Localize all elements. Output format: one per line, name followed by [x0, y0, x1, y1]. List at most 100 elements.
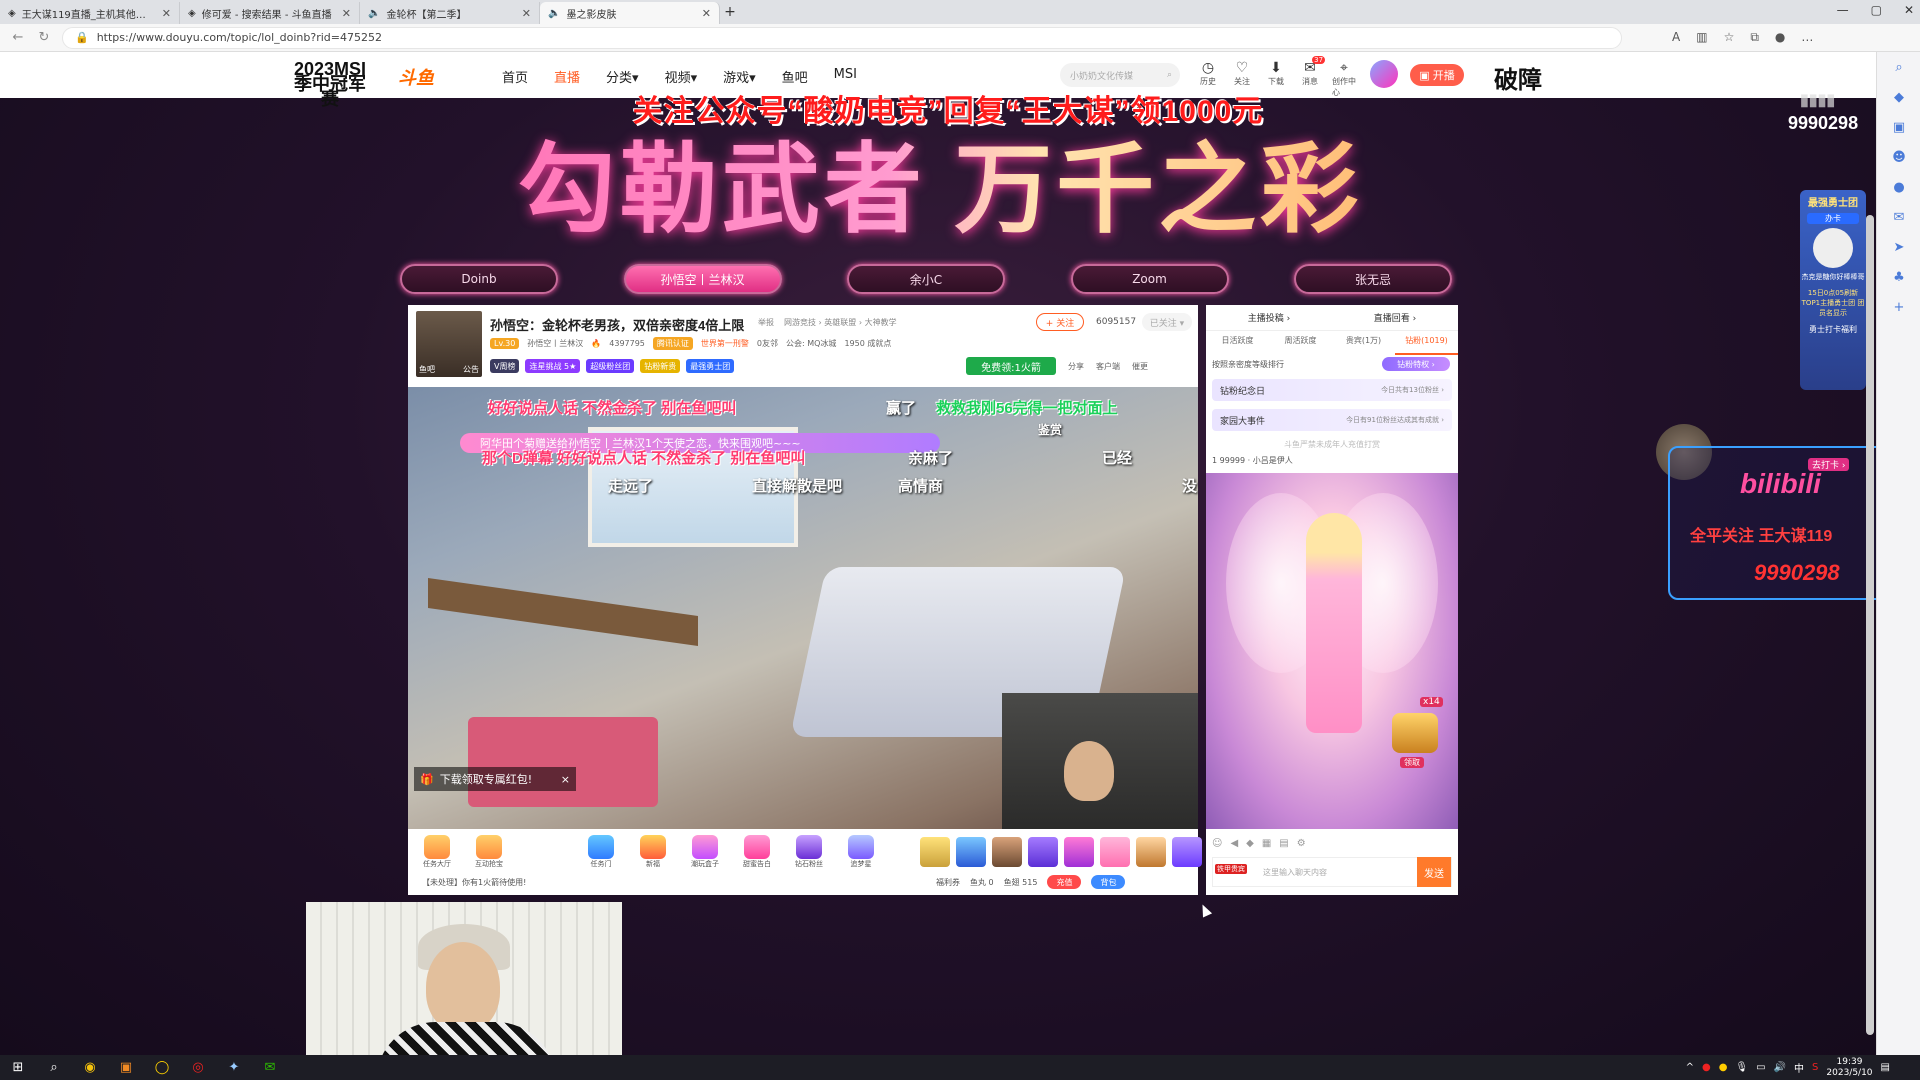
user-avatar[interactable]: [1370, 60, 1398, 88]
share-button[interactable]: 分享: [1068, 361, 1084, 372]
follow-button[interactable]: + 关注: [1036, 313, 1084, 331]
event-home[interactable]: 家园大事件 今日有91位粉丝达成其有成就 ›: [1212, 409, 1452, 431]
search-icon[interactable]: ⌕: [36, 1055, 72, 1080]
super-fans-chip[interactable]: 超级粉丝团: [586, 359, 635, 373]
charge-button[interactable]: 充值: [1047, 875, 1082, 889]
creator-center-button[interactable]: ⌖ 创作中心: [1332, 60, 1356, 98]
event-anniversary[interactable]: 钻粉纪念日 今日共有13位粉丝 ›: [1212, 379, 1452, 401]
hero-tab-yuxiaoc[interactable]: 余小C: [847, 264, 1005, 294]
search-input[interactable]: 小奶奶文化传媒 ⌕: [1060, 63, 1180, 87]
task-hall-button[interactable]: 任务大厅: [418, 835, 456, 869]
app-icon[interactable]: ▣: [108, 1055, 144, 1080]
new-welfare-button[interactable]: 新福: [634, 835, 672, 869]
world-rank[interactable]: 世界第一刑警: [701, 338, 749, 349]
report-link[interactable]: 举报: [758, 317, 774, 328]
network-icon[interactable]: ▭: [1756, 1062, 1765, 1073]
browser-tab[interactable]: ◈ 修可爱 - 搜索结果 - 斗鱼直播 ✕: [180, 2, 360, 24]
hero-tab-zhangwuji[interactable]: 张无忌: [1294, 264, 1452, 294]
pending-rocket-notice[interactable]: 【未处理】你有1火箭待使用!: [422, 877, 526, 888]
maximize-button[interactable]: ▢: [1871, 3, 1882, 17]
gift-item[interactable]: [1136, 837, 1166, 867]
coupon-link[interactable]: 福利券: [936, 877, 960, 888]
gift-item[interactable]: [1064, 837, 1094, 867]
tab-daily-active[interactable]: 日活跃度: [1206, 335, 1269, 355]
fan-badge-icon[interactable]: ◆: [1246, 838, 1254, 849]
sphere-icon[interactable]: ●: [1877, 172, 1920, 202]
new-tab-button[interactable]: +: [720, 4, 740, 20]
tree-icon[interactable]: ♣: [1877, 262, 1920, 292]
read-aloud-icon[interactable]: A: [1672, 30, 1680, 45]
hero-tab-zoom[interactable]: Zoom: [1070, 264, 1229, 294]
close-tab-icon[interactable]: ✕: [522, 7, 531, 20]
msi-logo[interactable]: 2023MSI 季中冠军赛: [286, 60, 374, 108]
start-icon[interactable]: ⊞: [0, 1055, 36, 1080]
nav-item-yuba[interactable]: 鱼吧: [782, 67, 808, 86]
free-rocket-button[interactable]: 免费领:1火箭: [966, 357, 1056, 375]
nav-item-game[interactable]: 游戏▾: [723, 67, 756, 86]
collections-icon[interactable]: ⧉: [1750, 30, 1759, 45]
task-door-button[interactable]: 任务门: [582, 835, 620, 869]
gift-item[interactable]: [1100, 837, 1130, 867]
star-challenge-chip[interactable]: 连星挑战 5★: [525, 359, 581, 373]
douyu-logo[interactable]: 斗鱼: [398, 64, 458, 90]
replay-link[interactable]: 直播回看 ›: [1374, 311, 1416, 324]
split-screen-icon[interactable]: ▥: [1696, 30, 1707, 45]
minimize-button[interactable]: —: [1837, 3, 1849, 17]
microphone-icon[interactable]: 🎙: [1735, 1062, 1748, 1073]
fan-group-widget[interactable]: 最强勇士团 办卡 杰克是糖你好棒棒哥 15日0点05刷新 TOP1主播勇士团 团…: [1800, 190, 1866, 390]
chat-input[interactable]: 铁甲贵宾 这里输入聊天内容 发送: [1212, 857, 1452, 887]
anchor-name[interactable]: 孙悟空丨兰林汉: [527, 338, 583, 349]
close-icon[interactable]: ×: [561, 773, 570, 786]
browser-tab-active[interactable]: 🔈 墨之影皮肤 ✕: [540, 2, 720, 24]
tray-app-icon[interactable]: ●: [1719, 1062, 1728, 1073]
clock[interactable]: 19:39 2023/5/10: [1826, 1057, 1872, 1079]
hero-tab-sunwukong[interactable]: 孙悟空丨兰林汉: [623, 264, 782, 294]
hero-tab-doinb[interactable]: Doinb: [400, 264, 558, 294]
gift-item[interactable]: [1172, 837, 1202, 867]
page-scrollbar[interactable]: [1866, 215, 1874, 1035]
color-icon[interactable]: ▤: [1279, 838, 1288, 849]
more-icon[interactable]: …: [1801, 30, 1813, 45]
tag-icon[interactable]: ◆: [1877, 82, 1920, 112]
app-icon[interactable]: ✦: [216, 1055, 252, 1080]
sweet-confession-button[interactable]: 甜蜜告白: [738, 835, 776, 869]
privilege-button[interactable]: 钻粉特权 ›: [1382, 357, 1450, 371]
input-language[interactable]: 中: [1794, 1060, 1804, 1075]
backpack-button[interactable]: 背包: [1091, 875, 1126, 889]
barrage-icon[interactable]: ▦: [1262, 838, 1271, 849]
client-button[interactable]: 客户端: [1096, 361, 1120, 372]
netease-icon[interactable]: ◎: [180, 1055, 216, 1080]
browser-tab[interactable]: ◈王大谋119直播_主机其他游戏直播✕: [0, 2, 180, 24]
url-field[interactable]: 🔒 https://www.douyu.com/topic/lol_doinb?r…: [62, 26, 1622, 49]
gift-item[interactable]: [920, 837, 950, 867]
outlook-icon[interactable]: ✉: [1877, 202, 1920, 232]
tab-vip[interactable]: 贵宾(1万): [1332, 335, 1395, 355]
send-icon[interactable]: ➤: [1877, 232, 1920, 262]
wechat-icon[interactable]: ✉: [252, 1055, 288, 1080]
browser-tab[interactable]: 🔈 金轮杯【第二季】 ✕: [360, 2, 540, 24]
nav-item-live[interactable]: 直播: [554, 67, 580, 86]
volume-icon[interactable]: 🔊: [1774, 1062, 1786, 1073]
anchor-avatar[interactable]: 鱼吧 公告: [416, 311, 482, 377]
emoji-icon[interactable]: ☺: [1212, 838, 1222, 849]
anchor-submission-link[interactable]: 主播投稿 ›: [1248, 311, 1290, 324]
nav-item-msi[interactable]: MSI: [834, 67, 857, 86]
diamond-fans-chip[interactable]: 钻粉新贵: [640, 359, 681, 373]
followed-dropdown[interactable]: 已关注 ▾: [1142, 313, 1192, 331]
nav-item-home[interactable]: 首页: [502, 67, 528, 86]
notification-icon[interactable]: ▤: [1881, 1062, 1890, 1073]
warrior-group-chip[interactable]: 最强勇士团: [686, 359, 735, 373]
diamond-fans-button[interactable]: 钻石粉丝: [790, 835, 828, 869]
reload-icon[interactable]: ↻: [36, 30, 52, 45]
send-button[interactable]: 发送: [1417, 857, 1451, 887]
treasure-chest-icon[interactable]: [1392, 713, 1438, 753]
close-tab-icon[interactable]: ✕: [702, 7, 711, 20]
briefcase-icon[interactable]: ▣: [1877, 112, 1920, 142]
download-tip[interactable]: 🎁 下载领取专属红包! ×: [414, 767, 576, 791]
top-rank-entry[interactable]: 1 99999 · 小吕是伊人: [1212, 455, 1293, 466]
video-player[interactable]: 阿华田个菊赠送给孙悟空丨兰林汉1个天使之恋，快来围观吧~~~ 好好说点人话 不然…: [408, 387, 1198, 829]
claim-button[interactable]: 领取: [1400, 757, 1424, 768]
gift-item[interactable]: [992, 837, 1022, 867]
settings-icon[interactable]: ⚙: [1297, 838, 1306, 849]
nav-item-category[interactable]: 分类▾: [606, 67, 639, 86]
